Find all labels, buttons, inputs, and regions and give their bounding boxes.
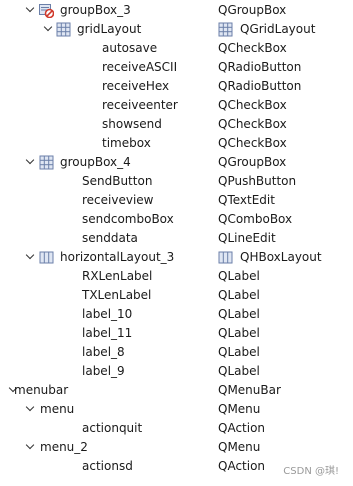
- object-name: actionquit: [82, 421, 143, 435]
- object-name: autosave: [102, 41, 158, 55]
- chevron-down-icon[interactable]: [26, 157, 34, 165]
- class-name: QLineEdit: [218, 231, 276, 245]
- object-name: menubar: [14, 383, 69, 397]
- class-name: QCheckBox: [218, 117, 287, 131]
- object-name: gridLayout: [77, 22, 142, 36]
- tree-row-horizontalLayout_3[interactable]: horizontalLayout_3 QHBoxLayout: [0, 248, 353, 267]
- object-name: timebox: [102, 136, 151, 150]
- class-name: QComboBox: [218, 212, 293, 226]
- object-name: SendButton: [82, 174, 153, 188]
- class-name: QMenu: [218, 440, 261, 454]
- class-name: QCheckBox: [218, 98, 287, 112]
- class-name: QMenu: [218, 402, 261, 416]
- class-name: QLabel: [218, 326, 260, 340]
- object-name: horizontalLayout_3: [60, 250, 175, 264]
- object-name: label_10: [82, 307, 133, 321]
- tree-row-SendButton[interactable]: SendButton QPushButton: [0, 172, 353, 191]
- tree-row-RXLenLabel[interactable]: RXLenLabel QLabel: [0, 267, 353, 286]
- tree-row-senddata[interactable]: senddata QLineEdit: [0, 229, 353, 248]
- class-name: QLabel: [218, 364, 260, 378]
- object-name: actionsd: [82, 459, 133, 473]
- tree-row-label_8[interactable]: label_8 QLabel: [0, 343, 353, 362]
- tree-row-menu_2[interactable]: menu_2 QMenu: [0, 438, 353, 457]
- chevron-down-icon[interactable]: [26, 442, 34, 450]
- object-name: label_11: [82, 326, 133, 340]
- chevron-down-icon[interactable]: [44, 24, 52, 32]
- tree-row-timebox[interactable]: timebox QCheckBox: [0, 134, 353, 153]
- tree-row-groupBox_4[interactable]: groupBox_4 QGroupBox: [0, 153, 353, 172]
- tree-row-autosave[interactable]: autosave QCheckBox: [0, 39, 353, 58]
- tree-row-menubar[interactable]: menubar QMenuBar: [0, 381, 353, 400]
- grid-layout-icon: [56, 22, 71, 37]
- grid-layout-icon: [39, 155, 54, 170]
- hbox-layout-icon: [39, 250, 54, 265]
- tree-row-actionquit[interactable]: actionquit QAction: [0, 419, 353, 438]
- class-name: QLabel: [218, 345, 260, 359]
- object-name: groupBox_4: [60, 155, 131, 169]
- tree-row-receiveASCII[interactable]: receiveASCII QRadioButton: [0, 58, 353, 77]
- class-name: QMenuBar: [218, 383, 281, 397]
- grid-layout-icon: [218, 22, 233, 37]
- object-name: sendcomboBox: [82, 212, 174, 226]
- object-name: menu_2: [40, 440, 88, 454]
- class-name: QGroupBox: [218, 155, 287, 169]
- object-name: receiveview: [82, 193, 154, 207]
- tree-row-receiveenter[interactable]: receiveenter QCheckBox: [0, 96, 353, 115]
- tree-row-showsend[interactable]: showsend QCheckBox: [0, 115, 353, 134]
- object-name: label_8: [82, 345, 125, 359]
- tree-row-gridLayout[interactable]: gridLayout QGridLayout: [0, 20, 353, 39]
- class-name: QGridLayout: [240, 22, 316, 36]
- class-name: QCheckBox: [218, 136, 287, 150]
- tree-row-label_11[interactable]: label_11 QLabel: [0, 324, 353, 343]
- tree-row-groupBox_3[interactable]: groupBox_3 QGroupBox: [0, 1, 353, 20]
- object-inspector-tree: groupBox_3 QGroupBox gridLayout QGridLayo…: [0, 0, 353, 486]
- class-name: QLabel: [218, 307, 260, 321]
- groupbox-icon: [39, 3, 55, 19]
- object-name: label_9: [82, 364, 125, 378]
- tree-row-receiveHex[interactable]: receiveHex QRadioButton: [0, 77, 353, 96]
- object-name: showsend: [102, 117, 162, 131]
- class-name: QLabel: [218, 288, 260, 302]
- object-name: RXLenLabel: [82, 269, 153, 283]
- tree-row-menu[interactable]: menu QMenu: [0, 400, 353, 419]
- class-name: QRadioButton: [218, 79, 302, 93]
- tree-row-sendcomboBox[interactable]: sendcomboBox QComboBox: [0, 210, 353, 229]
- class-name: QCheckBox: [218, 41, 287, 55]
- class-name: QAction: [218, 459, 266, 473]
- object-name: groupBox_3: [60, 3, 131, 17]
- chevron-down-icon[interactable]: [26, 5, 34, 13]
- tree-row-TXLenLabel[interactable]: TXLenLabel QLabel: [0, 286, 353, 305]
- csdn-watermark: CSDN @琪!: [283, 466, 339, 477]
- object-name: menu: [40, 402, 75, 416]
- object-name: receiveASCII: [102, 60, 178, 74]
- chevron-down-icon[interactable]: [26, 404, 34, 412]
- object-name: senddata: [82, 231, 138, 245]
- object-name: TXLenLabel: [82, 288, 152, 302]
- class-name: QPushButton: [218, 174, 297, 188]
- tree-row-label_9[interactable]: label_9 QLabel: [0, 362, 353, 381]
- chevron-down-icon[interactable]: [26, 252, 34, 260]
- class-name: QHBoxLayout: [240, 250, 322, 264]
- tree-row-label_10[interactable]: label_10 QLabel: [0, 305, 353, 324]
- class-name: QTextEdit: [218, 193, 275, 207]
- class-name: QGroupBox: [218, 3, 287, 17]
- hbox-layout-icon: [218, 250, 233, 265]
- tree-row-receiveview[interactable]: receiveview QTextEdit: [0, 191, 353, 210]
- class-name: QRadioButton: [218, 60, 302, 74]
- class-name: QAction: [218, 421, 266, 435]
- object-name: receiveenter: [102, 98, 178, 112]
- object-name: receiveHex: [102, 79, 170, 93]
- class-name: QLabel: [218, 269, 260, 283]
